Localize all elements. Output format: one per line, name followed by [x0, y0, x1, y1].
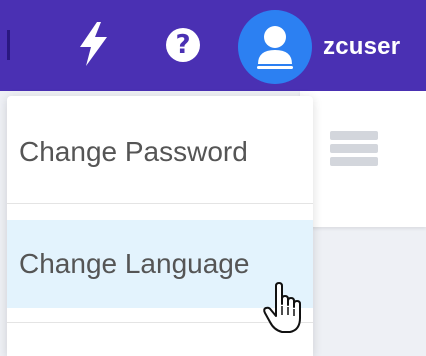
username-label[interactable]: zcuser — [323, 30, 400, 64]
help-icon[interactable]: ? — [166, 28, 200, 62]
menu-item-change-language[interactable]: Change Language — [7, 220, 313, 308]
help-glyph: ? — [175, 30, 191, 60]
top-navigation-bar: ? zcuser — [0, 0, 426, 91]
lightning-icon[interactable] — [78, 22, 110, 66]
user-menu-dropdown: Change Password Change Language — [7, 96, 313, 356]
list-icon[interactable] — [330, 131, 378, 167]
divider — [7, 30, 10, 60]
user-avatar-icon — [257, 26, 293, 69]
menu-divider — [7, 322, 313, 323]
content-panel — [300, 91, 426, 227]
menu-item-change-password[interactable]: Change Password — [7, 96, 313, 204]
user-avatar-button[interactable] — [238, 10, 312, 84]
